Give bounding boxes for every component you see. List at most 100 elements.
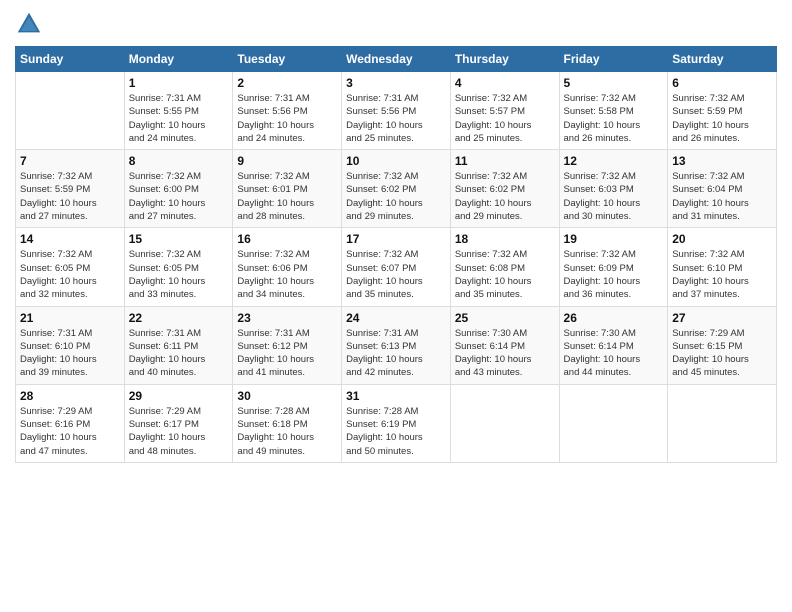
day-info: Sunrise: 7:31 AM Sunset: 5:56 PM Dayligh… (346, 92, 446, 145)
day-number: 1 (129, 76, 229, 90)
calendar-cell: 19Sunrise: 7:32 AM Sunset: 6:09 PM Dayli… (559, 228, 668, 306)
day-info: Sunrise: 7:32 AM Sunset: 6:03 PM Dayligh… (564, 170, 664, 223)
day-info: Sunrise: 7:30 AM Sunset: 6:14 PM Dayligh… (564, 327, 664, 380)
day-number: 11 (455, 154, 555, 168)
day-number: 12 (564, 154, 664, 168)
day-info: Sunrise: 7:32 AM Sunset: 6:04 PM Dayligh… (672, 170, 772, 223)
day-number: 18 (455, 232, 555, 246)
day-number: 4 (455, 76, 555, 90)
day-info: Sunrise: 7:31 AM Sunset: 5:55 PM Dayligh… (129, 92, 229, 145)
day-info: Sunrise: 7:28 AM Sunset: 6:18 PM Dayligh… (237, 405, 337, 458)
weekday-header: Thursday (450, 47, 559, 72)
day-number: 26 (564, 311, 664, 325)
logo-icon (15, 10, 43, 38)
day-info: Sunrise: 7:32 AM Sunset: 6:02 PM Dayligh… (346, 170, 446, 223)
day-number: 16 (237, 232, 337, 246)
day-number: 25 (455, 311, 555, 325)
calendar-week: 28 Sunrise: 7:29 AM Sunset: 6:16 PM Dayli… (16, 384, 777, 462)
calendar-cell: 17Sunrise: 7:32 AM Sunset: 6:07 PM Dayli… (342, 228, 451, 306)
weekday-header: Sunday (16, 47, 125, 72)
day-number: 24 (346, 311, 446, 325)
calendar-cell: 30 Sunrise: 7:28 AM Sunset: 6:18 PM Dayli… (233, 384, 342, 462)
calendar-cell: 8 Sunrise: 7:32 AM Sunset: 6:00 PM Daylig… (124, 150, 233, 228)
day-number: 23 (237, 311, 337, 325)
calendar-cell: 28 Sunrise: 7:29 AM Sunset: 6:16 PM Dayli… (16, 384, 125, 462)
weekday-header: Tuesday (233, 47, 342, 72)
weekday-header: Monday (124, 47, 233, 72)
day-info: Sunrise: 7:31 AM Sunset: 5:56 PM Dayligh… (237, 92, 337, 145)
calendar-cell: 27Sunrise: 7:29 AM Sunset: 6:15 PM Dayli… (668, 306, 777, 384)
calendar-table: SundayMondayTuesdayWednesdayThursdayFrid… (15, 46, 777, 463)
calendar-cell: 5 Sunrise: 7:32 AM Sunset: 5:58 PM Daylig… (559, 72, 668, 150)
header (15, 10, 777, 38)
day-number: 7 (20, 154, 120, 168)
day-number: 29 (129, 389, 229, 403)
calendar-cell: 14 Sunrise: 7:32 AM Sunset: 6:05 PM Dayli… (16, 228, 125, 306)
calendar-cell: 21 Sunrise: 7:31 AM Sunset: 6:10 PM Dayli… (16, 306, 125, 384)
day-info: Sunrise: 7:32 AM Sunset: 6:05 PM Dayligh… (20, 248, 120, 301)
day-number: 6 (672, 76, 772, 90)
day-info: Sunrise: 7:28 AM Sunset: 6:19 PM Dayligh… (346, 405, 446, 458)
day-number: 9 (237, 154, 337, 168)
page-container: SundayMondayTuesdayWednesdayThursdayFrid… (0, 0, 792, 473)
calendar-cell: 12 Sunrise: 7:32 AM Sunset: 6:03 PM Dayli… (559, 150, 668, 228)
day-info: Sunrise: 7:31 AM Sunset: 6:12 PM Dayligh… (237, 327, 337, 380)
calendar-cell (450, 384, 559, 462)
day-number: 3 (346, 76, 446, 90)
calendar-cell (16, 72, 125, 150)
weekday-header: Saturday (668, 47, 777, 72)
day-number: 15 (129, 232, 229, 246)
day-number: 8 (129, 154, 229, 168)
day-info: Sunrise: 7:31 AM Sunset: 6:11 PM Dayligh… (129, 327, 229, 380)
calendar-cell: 22 Sunrise: 7:31 AM Sunset: 6:11 PM Dayli… (124, 306, 233, 384)
day-number: 5 (564, 76, 664, 90)
calendar-cell: 11 Sunrise: 7:32 AM Sunset: 6:02 PM Dayli… (450, 150, 559, 228)
logo (15, 10, 47, 38)
day-number: 13 (672, 154, 772, 168)
day-info: Sunrise: 7:32 AM Sunset: 5:58 PM Dayligh… (564, 92, 664, 145)
header-row: SundayMondayTuesdayWednesdayThursdayFrid… (16, 47, 777, 72)
day-number: 30 (237, 389, 337, 403)
day-info: Sunrise: 7:32 AM Sunset: 5:57 PM Dayligh… (455, 92, 555, 145)
calendar-cell: 6 Sunrise: 7:32 AM Sunset: 5:59 PM Daylig… (668, 72, 777, 150)
calendar-cell (668, 384, 777, 462)
day-number: 27 (672, 311, 772, 325)
day-number: 14 (20, 232, 120, 246)
day-number: 21 (20, 311, 120, 325)
day-info: Sunrise: 7:31 AM Sunset: 6:13 PM Dayligh… (346, 327, 446, 380)
day-info: Sunrise: 7:32 AM Sunset: 5:59 PM Dayligh… (672, 92, 772, 145)
calendar-cell: 13 Sunrise: 7:32 AM Sunset: 6:04 PM Dayli… (668, 150, 777, 228)
calendar-cell: 26 Sunrise: 7:30 AM Sunset: 6:14 PM Dayli… (559, 306, 668, 384)
calendar-cell: 9 Sunrise: 7:32 AM Sunset: 6:01 PM Daylig… (233, 150, 342, 228)
day-info: Sunrise: 7:32 AM Sunset: 6:09 PM Dayligh… (564, 248, 664, 301)
calendar-cell: 18Sunrise: 7:32 AM Sunset: 6:08 PM Dayli… (450, 228, 559, 306)
day-info: Sunrise: 7:32 AM Sunset: 6:06 PM Dayligh… (237, 248, 337, 301)
calendar-week: 7 Sunrise: 7:32 AM Sunset: 5:59 PM Daylig… (16, 150, 777, 228)
day-number: 17 (346, 232, 446, 246)
weekday-header: Friday (559, 47, 668, 72)
day-info: Sunrise: 7:32 AM Sunset: 6:10 PM Dayligh… (672, 248, 772, 301)
weekday-header: Wednesday (342, 47, 451, 72)
day-number: 28 (20, 389, 120, 403)
day-info: Sunrise: 7:29 AM Sunset: 6:16 PM Dayligh… (20, 405, 120, 458)
day-info: Sunrise: 7:32 AM Sunset: 6:02 PM Dayligh… (455, 170, 555, 223)
day-info: Sunrise: 7:32 AM Sunset: 6:01 PM Dayligh… (237, 170, 337, 223)
calendar-cell: 23 Sunrise: 7:31 AM Sunset: 6:12 PM Dayli… (233, 306, 342, 384)
calendar-cell: 10 Sunrise: 7:32 AM Sunset: 6:02 PM Dayli… (342, 150, 451, 228)
calendar-week: 21 Sunrise: 7:31 AM Sunset: 6:10 PM Dayli… (16, 306, 777, 384)
calendar-cell: 2 Sunrise: 7:31 AM Sunset: 5:56 PM Daylig… (233, 72, 342, 150)
day-info: Sunrise: 7:32 AM Sunset: 6:00 PM Dayligh… (129, 170, 229, 223)
calendar-cell: 4 Sunrise: 7:32 AM Sunset: 5:57 PM Daylig… (450, 72, 559, 150)
day-info: Sunrise: 7:31 AM Sunset: 6:10 PM Dayligh… (20, 327, 120, 380)
day-info: Sunrise: 7:32 AM Sunset: 5:59 PM Dayligh… (20, 170, 120, 223)
day-info: Sunrise: 7:29 AM Sunset: 6:17 PM Dayligh… (129, 405, 229, 458)
calendar-cell: 3 Sunrise: 7:31 AM Sunset: 5:56 PM Daylig… (342, 72, 451, 150)
day-info: Sunrise: 7:32 AM Sunset: 6:05 PM Dayligh… (129, 248, 229, 301)
day-number: 2 (237, 76, 337, 90)
calendar-week: 1 Sunrise: 7:31 AM Sunset: 5:55 PM Daylig… (16, 72, 777, 150)
calendar-cell (559, 384, 668, 462)
day-number: 22 (129, 311, 229, 325)
day-number: 10 (346, 154, 446, 168)
calendar-cell: 15 Sunrise: 7:32 AM Sunset: 6:05 PM Dayli… (124, 228, 233, 306)
calendar-cell: 7 Sunrise: 7:32 AM Sunset: 5:59 PM Daylig… (16, 150, 125, 228)
